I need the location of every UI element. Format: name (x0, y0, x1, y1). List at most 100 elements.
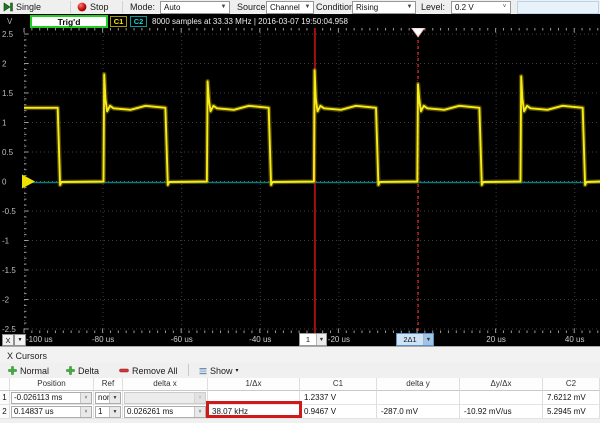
sample-info-text: 8000 samples at 33.33 MHz | 2016-03-07 1… (152, 17, 348, 26)
y-axis-label: 0 (2, 178, 7, 187)
col-header-c2[interactable]: C2 (543, 378, 600, 391)
single-button-label: Single (16, 2, 41, 12)
row-number: 1 (0, 391, 10, 405)
stop-button[interactable]: Stop (77, 0, 109, 14)
col-header-ref[interactable]: Ref (94, 378, 123, 391)
cursor2-position-select[interactable]: 0.14837 us ˅ (11, 406, 92, 418)
cursor1-inv-delta-x (208, 391, 300, 405)
show-label: Show (210, 366, 233, 376)
source-label: Source: (237, 0, 268, 14)
cursor2-delta-y: -287.0 mV (377, 405, 460, 419)
toolbar-separator (70, 1, 71, 13)
x-axis-label: 20 us (486, 335, 506, 344)
chevron-down-icon: ˅ (194, 407, 205, 417)
cursor1-ref-value: none (96, 393, 109, 403)
x-axis-label: -100 us (26, 335, 53, 344)
chevron-down-icon: ▾ (236, 367, 239, 374)
show-menu-button[interactable]: Show ▾ (196, 364, 242, 377)
condition-value: Rising (353, 3, 404, 12)
col-header-dy-dx[interactable]: Δy/Δx (460, 378, 543, 391)
level-value: 0.2 V (452, 3, 499, 12)
x-axis-label: 40 us (565, 335, 585, 344)
cursors-table-header-row: Position Ref delta x 1/Δx C1 delta y Δy/… (0, 378, 600, 391)
cursor2-tag-label: 2Δ1 (397, 334, 423, 345)
col-header-delta-x[interactable]: delta x (123, 378, 208, 391)
remove-all-cursors-button[interactable]: Remove All (116, 364, 181, 377)
col-header-inv-delta-x[interactable]: 1/Δx (208, 378, 300, 391)
x-axis-unit-button[interactable]: X (2, 334, 14, 346)
plus-icon (8, 366, 17, 375)
y-axis-label: 2.5 (2, 30, 14, 39)
channel2-badge[interactable]: C2 (130, 16, 147, 27)
chevron-down-icon: ▼ (109, 393, 120, 403)
status-bar: V Trig'd C1 C2 8000 samples at 33.33 MHz… (0, 14, 600, 28)
level-input[interactable]: 0.2 V ˅ (451, 1, 511, 14)
chevron-down-icon: ▼ (423, 334, 433, 345)
y-axis-label: 1 (2, 119, 7, 128)
remove-all-label: Remove All (132, 366, 178, 376)
y-axis-label: -2 (2, 296, 10, 305)
condition-label: Condition: (316, 0, 357, 14)
waveform-plot: 2.521.510.50-0.5-1-1.5-2-2.5 (0, 28, 600, 333)
stop-button-label: Stop (90, 2, 109, 12)
chevron-down-icon: ▼ (316, 334, 326, 345)
toolbar-separator (122, 1, 123, 13)
toolbar-separator (188, 364, 189, 376)
y-axis-label: -1 (2, 237, 10, 246)
chevron-down-icon: ˅ (194, 393, 205, 403)
channel1-badge[interactable]: C1 (110, 16, 127, 27)
chevron-down-icon: ▼ (404, 2, 415, 13)
mode-value: Auto (161, 3, 218, 12)
source-select[interactable]: Channel 1 ▼ (266, 1, 314, 14)
cursors-toolbar: Normal Delta Remove All Show ▾ (0, 363, 600, 378)
cursor1-tag-box[interactable]: 1 ▼ (299, 333, 327, 346)
cursor1-c1-reading: 1.2337 V (300, 391, 377, 405)
cursor2-c2-reading: 5.2945 mV (543, 405, 600, 419)
oscilloscope-app-window: Single Stop Mode: Auto ▼ Source: Channel… (0, 0, 600, 423)
cursor2-inv-delta-x: 38.07 kHz (208, 405, 300, 419)
cursor2-tag-box[interactable]: 2Δ1 ▼ (396, 333, 434, 346)
add-normal-label: Normal (20, 366, 49, 376)
capture-toolbar: Single Stop Mode: Auto ▼ Source: Channel… (0, 0, 600, 15)
cursor1-ref-select[interactable]: none ▼ (95, 392, 121, 404)
x-cursors-panel-header[interactable]: X Cursors (0, 346, 600, 364)
single-button[interactable]: Single (3, 0, 41, 14)
mode-select[interactable]: Auto ▼ (160, 1, 230, 14)
cursor2-delta-x-select[interactable]: 0.026261 ms ˅ (124, 406, 206, 418)
y-axis-label: -2.5 (2, 325, 16, 333)
table-row: 1 -0.026113 ms ˅ none ▼ ˅ 1.2337 V 7.621… (0, 391, 600, 405)
x-axis-dropdown-button[interactable]: ▼ (14, 334, 26, 346)
cursor1-position-value: -0.026113 ms (12, 393, 80, 403)
condition-select[interactable]: Rising ▼ (352, 1, 416, 14)
source-value: Channel 1 (267, 3, 302, 12)
minus-icon (119, 366, 129, 375)
cursor1-dy-dx (460, 391, 543, 405)
table-row: 2 0.14837 us ˅ 1 ▼ 0.026261 ms ˅ 38.07 k… (0, 405, 600, 419)
add-delta-cursor-button[interactable]: Delta (63, 364, 102, 377)
x-axis-strip: X ▼ -100 us-80 us-60 us-40 us-20 us20 us… (0, 333, 600, 346)
cursor2-position-value: 0.14837 us (12, 407, 80, 417)
cursor1-position-select[interactable]: -0.026113 ms ˅ (11, 392, 92, 404)
plus-icon (66, 366, 75, 375)
cursor2-ref-select[interactable]: 1 ▼ (95, 406, 121, 418)
waveform-plot-area[interactable]: 2.521.510.50-0.5-1-1.5-2-2.5 (0, 28, 600, 333)
y-axis-label: 2 (2, 60, 7, 69)
add-delta-label: Delta (78, 366, 99, 376)
col-header-delta-y[interactable]: delta y (377, 378, 460, 391)
x-axis-label: -40 us (249, 335, 271, 344)
chevron-down-icon: ▼ (218, 2, 229, 13)
cursor1-tag-label: 1 (300, 334, 316, 345)
cursor2-delta-x-value: 0.026261 ms (125, 407, 194, 417)
cursor1-delta-x-select: ˅ (124, 392, 206, 404)
col-header-position[interactable]: Position (10, 378, 94, 391)
mode-label: Mode: (130, 0, 155, 14)
y-axis-unit-label: V (7, 17, 12, 26)
col-header-c1[interactable]: C1 (300, 378, 377, 391)
cursor2-ref-value: 1 (96, 407, 109, 417)
chevron-down-icon: ˅ (80, 393, 91, 403)
toolbar-extra-field[interactable] (517, 1, 599, 14)
cursor2-c1-reading: 0.9467 V (300, 405, 377, 419)
corner-cell (0, 378, 10, 391)
cursor1-delta-y (377, 391, 460, 405)
add-normal-cursor-button[interactable]: Normal (5, 364, 52, 377)
